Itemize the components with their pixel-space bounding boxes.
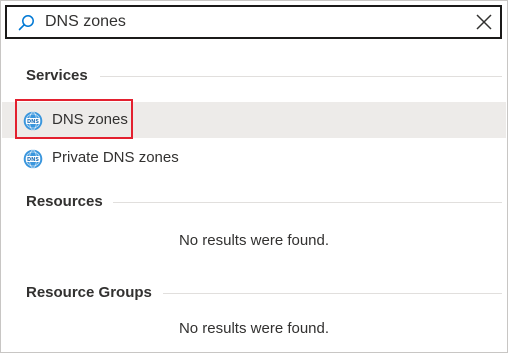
resources-empty-message: No results were found.	[178, 232, 330, 249]
close-icon[interactable]	[474, 12, 494, 32]
service-item-private-dns-zones[interactable]: DNS Private DNS zones	[2, 140, 506, 176]
search-box[interactable]	[5, 5, 502, 39]
svg-text:DNS: DNS	[27, 119, 39, 125]
search-results-panel: Services DNS DNS zones DNS Private DNS z…	[0, 0, 508, 353]
service-item-dns-zones[interactable]: DNS DNS zones	[2, 102, 506, 138]
search-input[interactable]	[45, 10, 465, 34]
service-item-label: DNS zones	[52, 111, 128, 128]
resource-groups-header: Resource Groups	[26, 284, 152, 301]
resource-groups-divider	[163, 293, 502, 294]
resource-groups-empty-message: No results were found.	[178, 320, 330, 337]
service-item-label: Private DNS zones	[52, 149, 179, 166]
services-divider	[100, 76, 502, 77]
svg-text:DNS: DNS	[27, 157, 39, 163]
resources-divider	[113, 202, 502, 203]
dns-zone-icon: DNS	[23, 111, 43, 131]
services-header: Services	[26, 67, 88, 84]
dns-zone-icon: DNS	[23, 149, 43, 169]
search-icon	[18, 15, 34, 31]
resources-header: Resources	[26, 193, 103, 210]
